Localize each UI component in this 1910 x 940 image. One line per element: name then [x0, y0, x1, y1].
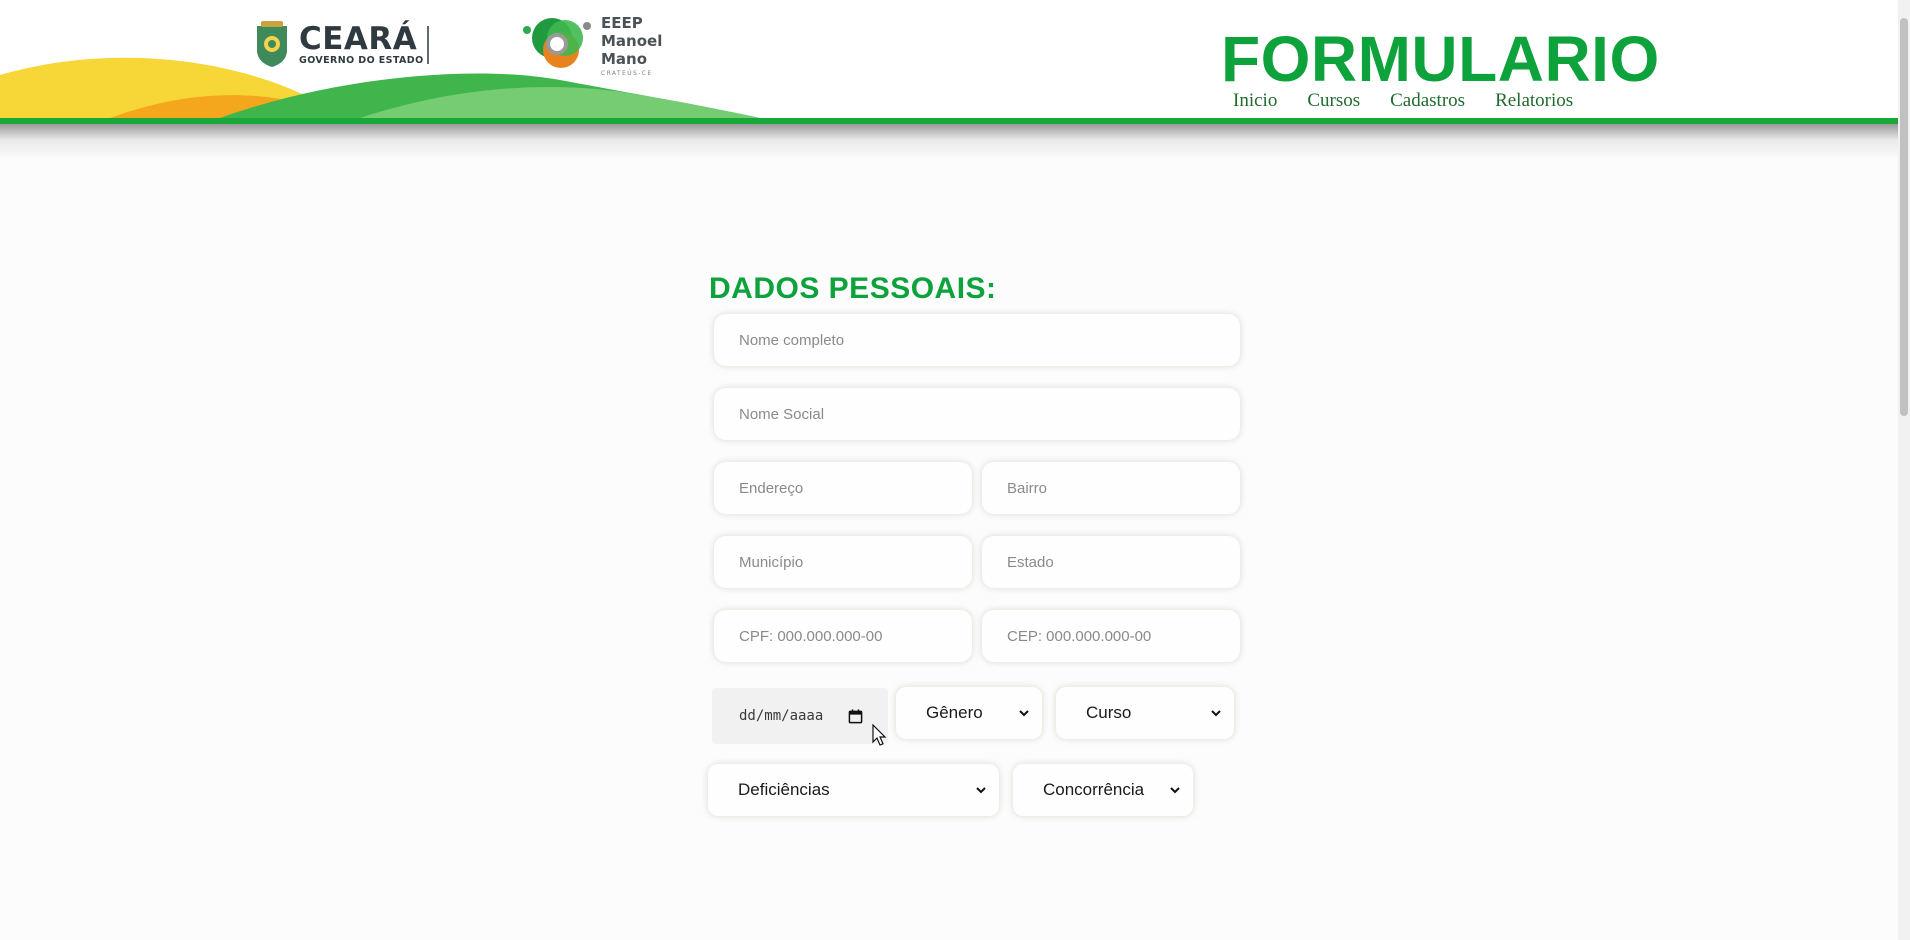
nome-social-placeholder: Nome Social	[739, 405, 825, 423]
school-logo-line-1: EEEP	[601, 14, 643, 32]
cpf-placeholder: CPF: 000.000.000-00	[739, 627, 883, 645]
ceara-logo-name: CEARÁ	[299, 20, 418, 57]
deficiencias-select[interactable]: Deficiências	[708, 764, 999, 816]
endereco-placeholder: Endereço	[739, 479, 804, 497]
genero-select-value: Gênero	[926, 703, 983, 722]
mouse-cursor-icon	[872, 724, 887, 746]
nome-completo-input[interactable]: Nome completo	[714, 314, 1240, 366]
bairro-input[interactable]: Bairro	[982, 462, 1240, 514]
school-logo-city: CRATEÚS-CE	[601, 70, 653, 77]
bairro-placeholder: Bairro	[1007, 479, 1048, 497]
scrollbar-thumb[interactable]	[1900, 18, 1908, 416]
nav-link-cursos[interactable]: Cursos	[1307, 90, 1360, 112]
nome-completo-placeholder: Nome completo	[739, 331, 845, 349]
eeep-logo-icon	[523, 18, 591, 68]
page-title: FORMULARIO	[1221, 23, 1660, 95]
cep-placeholder: CEP: 000.000.000-00	[1007, 627, 1152, 645]
nav-link-relatorios[interactable]: Relatorios	[1495, 90, 1573, 112]
nome-social-input[interactable]: Nome Social	[714, 388, 1240, 440]
municipio-input[interactable]: Município	[714, 536, 972, 588]
deficiencias-select-value: Deficiências	[738, 780, 830, 799]
section-title-dados-pessoais: DADOS PESSOAIS:	[709, 272, 997, 305]
logo-divider	[427, 26, 429, 64]
page-scrollbar[interactable]	[1898, 0, 1910, 940]
genero-select[interactable]: Gênero	[896, 687, 1042, 739]
date-placeholder: dd/mm/aaaa	[739, 708, 824, 724]
chevron-down-icon	[976, 787, 986, 794]
nav-link-inicio[interactable]: Inicio	[1233, 90, 1277, 112]
ceara-logo: CEARÁ GOVERNO DO ESTADO	[253, 20, 424, 68]
chevron-down-icon	[1019, 710, 1029, 717]
school-logo-line-2: Manoel	[601, 32, 663, 50]
chevron-down-icon	[1211, 710, 1221, 717]
site-header: CEARÁ GOVERNO DO ESTADO EEEP Manoel Mano…	[0, 0, 1898, 124]
estado-input[interactable]: Estado	[982, 536, 1240, 588]
header-shadow	[0, 124, 1898, 160]
cpf-input[interactable]: CPF: 000.000.000-00	[714, 610, 972, 662]
chevron-down-icon	[1170, 787, 1180, 794]
calendar-icon[interactable]	[848, 708, 863, 724]
curso-select-value: Curso	[1086, 703, 1132, 722]
nav-link-cadastros[interactable]: Cadastros	[1390, 90, 1465, 112]
ceara-crest-icon	[257, 21, 287, 67]
data-nascimento-input[interactable]: dd/mm/aaaa	[712, 688, 888, 744]
concorrencia-select-value: Concorrência	[1043, 780, 1145, 799]
school-logo-line-3: Mano	[601, 50, 648, 68]
municipio-placeholder: Município	[739, 553, 804, 571]
curso-select[interactable]: Curso	[1056, 687, 1234, 739]
school-logo: EEEP Manoel Mano CRATEÚS-CE	[521, 14, 662, 77]
endereco-input[interactable]: Endereço	[714, 462, 972, 514]
main-nav: Inicio Cursos Cadastros Relatorios	[1233, 90, 1603, 112]
ceara-logo-subtitle: GOVERNO DO ESTADO	[299, 54, 424, 66]
concorrencia-select[interactable]: Concorrência	[1013, 764, 1193, 816]
cep-input[interactable]: CEP: 000.000.000-00	[982, 610, 1240, 662]
estado-placeholder: Estado	[1007, 553, 1054, 571]
